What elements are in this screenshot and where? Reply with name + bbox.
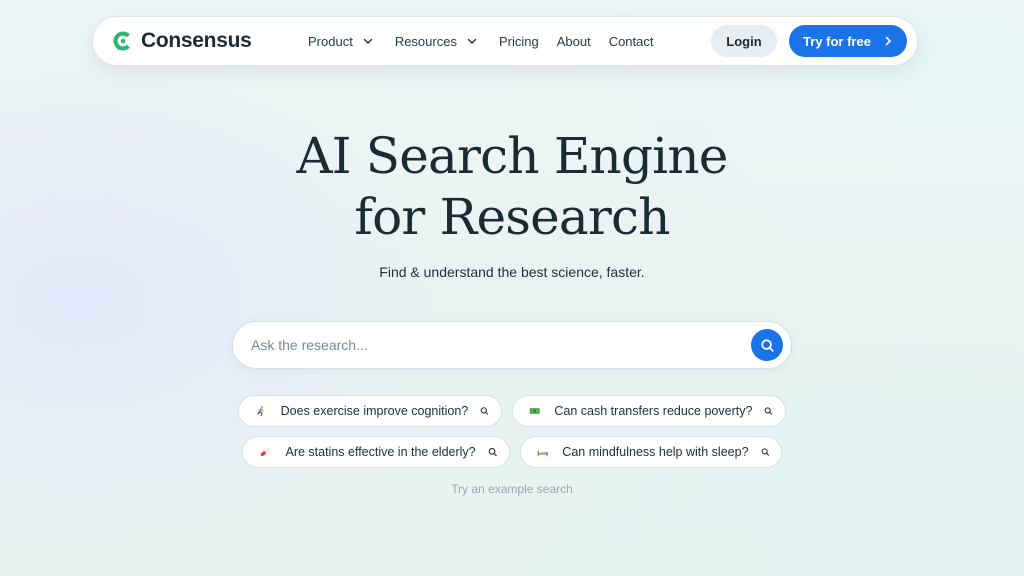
nav-item-resources[interactable]: Resources xyxy=(395,34,477,49)
chevron-right-icon xyxy=(885,36,891,46)
chevron-down-icon xyxy=(467,38,477,44)
nav-item-label: About xyxy=(556,33,591,49)
search-icon xyxy=(760,338,774,352)
example-search-label: Does exercise improve cognition? xyxy=(280,404,469,418)
search-bar xyxy=(232,321,792,369)
search-icon xyxy=(488,448,497,457)
search-icon xyxy=(480,407,489,415)
top-navbar: Consensus Product Resources Pricing Abou… xyxy=(92,16,918,66)
brand-home-link[interactable]: Consensus xyxy=(111,29,252,53)
search-icon xyxy=(761,448,769,456)
hero-title-line-1: AI Search Engine xyxy=(296,127,728,185)
nav-item-about[interactable]: About xyxy=(557,34,591,49)
money-icon xyxy=(529,408,540,414)
login-button[interactable]: Login xyxy=(711,25,777,57)
bed-icon xyxy=(537,450,548,457)
example-search-label: Can cash transfers reduce poverty? xyxy=(554,404,753,418)
example-search-chip[interactable]: Can cash transfers reduce poverty? xyxy=(512,395,786,427)
example-search-hint: Try an example search xyxy=(451,482,573,496)
nav-item-pricing[interactable]: Pricing xyxy=(499,34,539,49)
search-icon xyxy=(765,407,773,415)
nav-item-label: Resources xyxy=(394,33,457,49)
example-search-chip[interactable]: Can mindfulness help with sleep? xyxy=(520,436,782,468)
nav-item-label: Contact xyxy=(608,33,654,49)
chevron-down-icon xyxy=(363,38,373,44)
hero-title: AI Search Engine for Research xyxy=(0,126,1024,248)
pill-icon xyxy=(260,447,270,457)
hero-title-line-2: for Research xyxy=(354,188,670,246)
example-search-chip[interactable]: Are statins effective in the elderly? xyxy=(242,436,510,468)
example-search-chip[interactable]: Does exercise improve cognition? xyxy=(238,395,502,427)
nav-item-contact[interactable]: Contact xyxy=(609,34,654,49)
nav-item-label: Product xyxy=(308,33,353,49)
try-for-free-button[interactable]: Try for free xyxy=(789,25,907,57)
example-search-label: Are statins effective in the elderly? xyxy=(285,445,476,459)
try-for-free-label: Try for free xyxy=(803,33,871,49)
example-search-label: Can mindfulness help with sleep? xyxy=(562,445,749,459)
running-person-icon xyxy=(257,405,264,417)
nav-links: Product Resources Pricing About Contact xyxy=(308,17,672,65)
nav-item-product[interactable]: Product xyxy=(308,34,373,49)
hero-subtitle: Find & understand the best science, fast… xyxy=(379,264,645,280)
nav-item-label: Pricing xyxy=(498,33,539,49)
consensus-logo-icon xyxy=(113,31,130,51)
search-input[interactable] xyxy=(251,322,731,368)
brand-name: Consensus xyxy=(141,29,252,52)
search-submit-button[interactable] xyxy=(751,329,783,361)
